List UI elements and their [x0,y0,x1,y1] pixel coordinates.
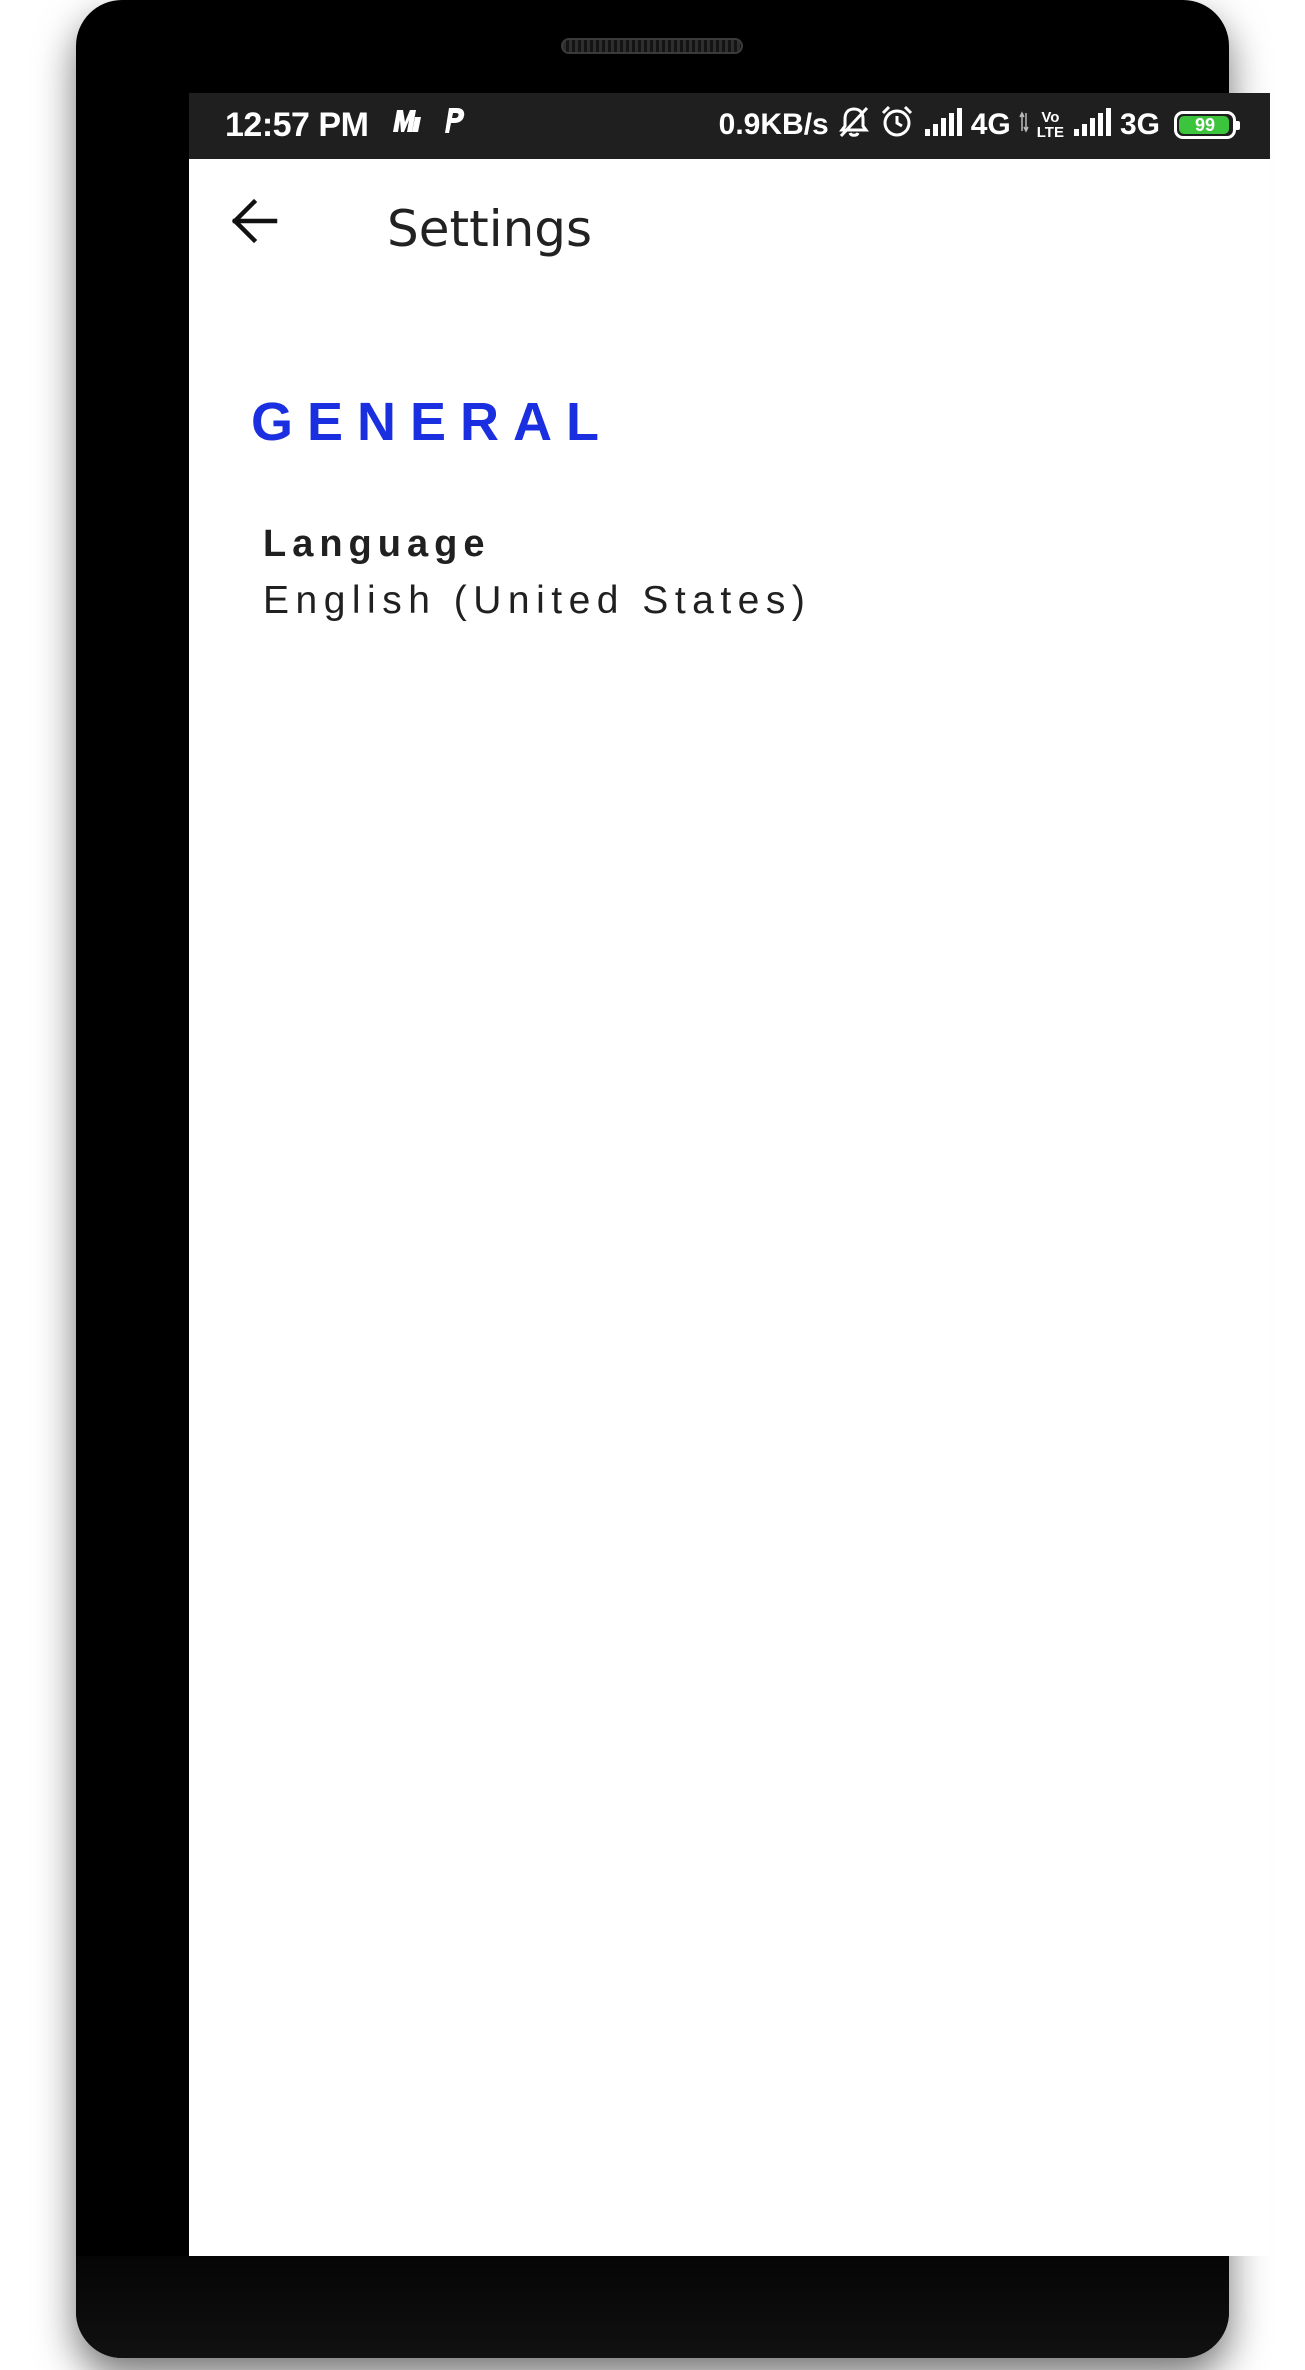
network-type-2: 3G [1119,107,1160,141]
earpiece-speaker [561,38,743,54]
paytm-icon [440,105,466,140]
signal-icon-2 [1072,107,1112,142]
preference-summary: English (United States) [263,579,812,622]
battery-level: 99 [1194,114,1216,135]
mute-icon [837,105,871,144]
alarm-icon [879,104,915,145]
section-header-general: GENERAL [251,392,614,452]
page-title: Settings [387,200,593,258]
preference-language[interactable]: Language English (United States) [263,523,1203,643]
preference-title: Language [263,523,491,565]
volte-label: Vo LTE [1036,108,1064,141]
status-bar: 12:57 PM 0.9KB/s 4G Vo LTE 3G 99 [189,93,1270,159]
status-time: 12:57 PM [225,106,369,144]
myjio-icon [390,105,424,140]
signal-icon [923,107,963,142]
battery-icon: 99 [1174,110,1240,139]
network-type-1: 4G [970,107,1011,141]
battery-tip [1236,120,1240,130]
data-arrows-icon [1019,111,1029,138]
back-button[interactable] [224,193,284,253]
arrow-left-icon [229,196,279,251]
screen: 12:57 PM 0.9KB/s 4G Vo LTE 3G 99 Setting… [189,93,1270,2256]
data-speed: 0.9KB/s [718,107,829,141]
bottom-bezel [76,2256,1229,2358]
status-right-group: 0.9KB/s 4G Vo LTE 3G 99 [718,104,1240,145]
phone-frame: 12:57 PM 0.9KB/s 4G Vo LTE 3G 99 Setting… [76,0,1270,2358]
app-bar: Settings [189,159,1270,319]
notification-icons [390,105,466,140]
